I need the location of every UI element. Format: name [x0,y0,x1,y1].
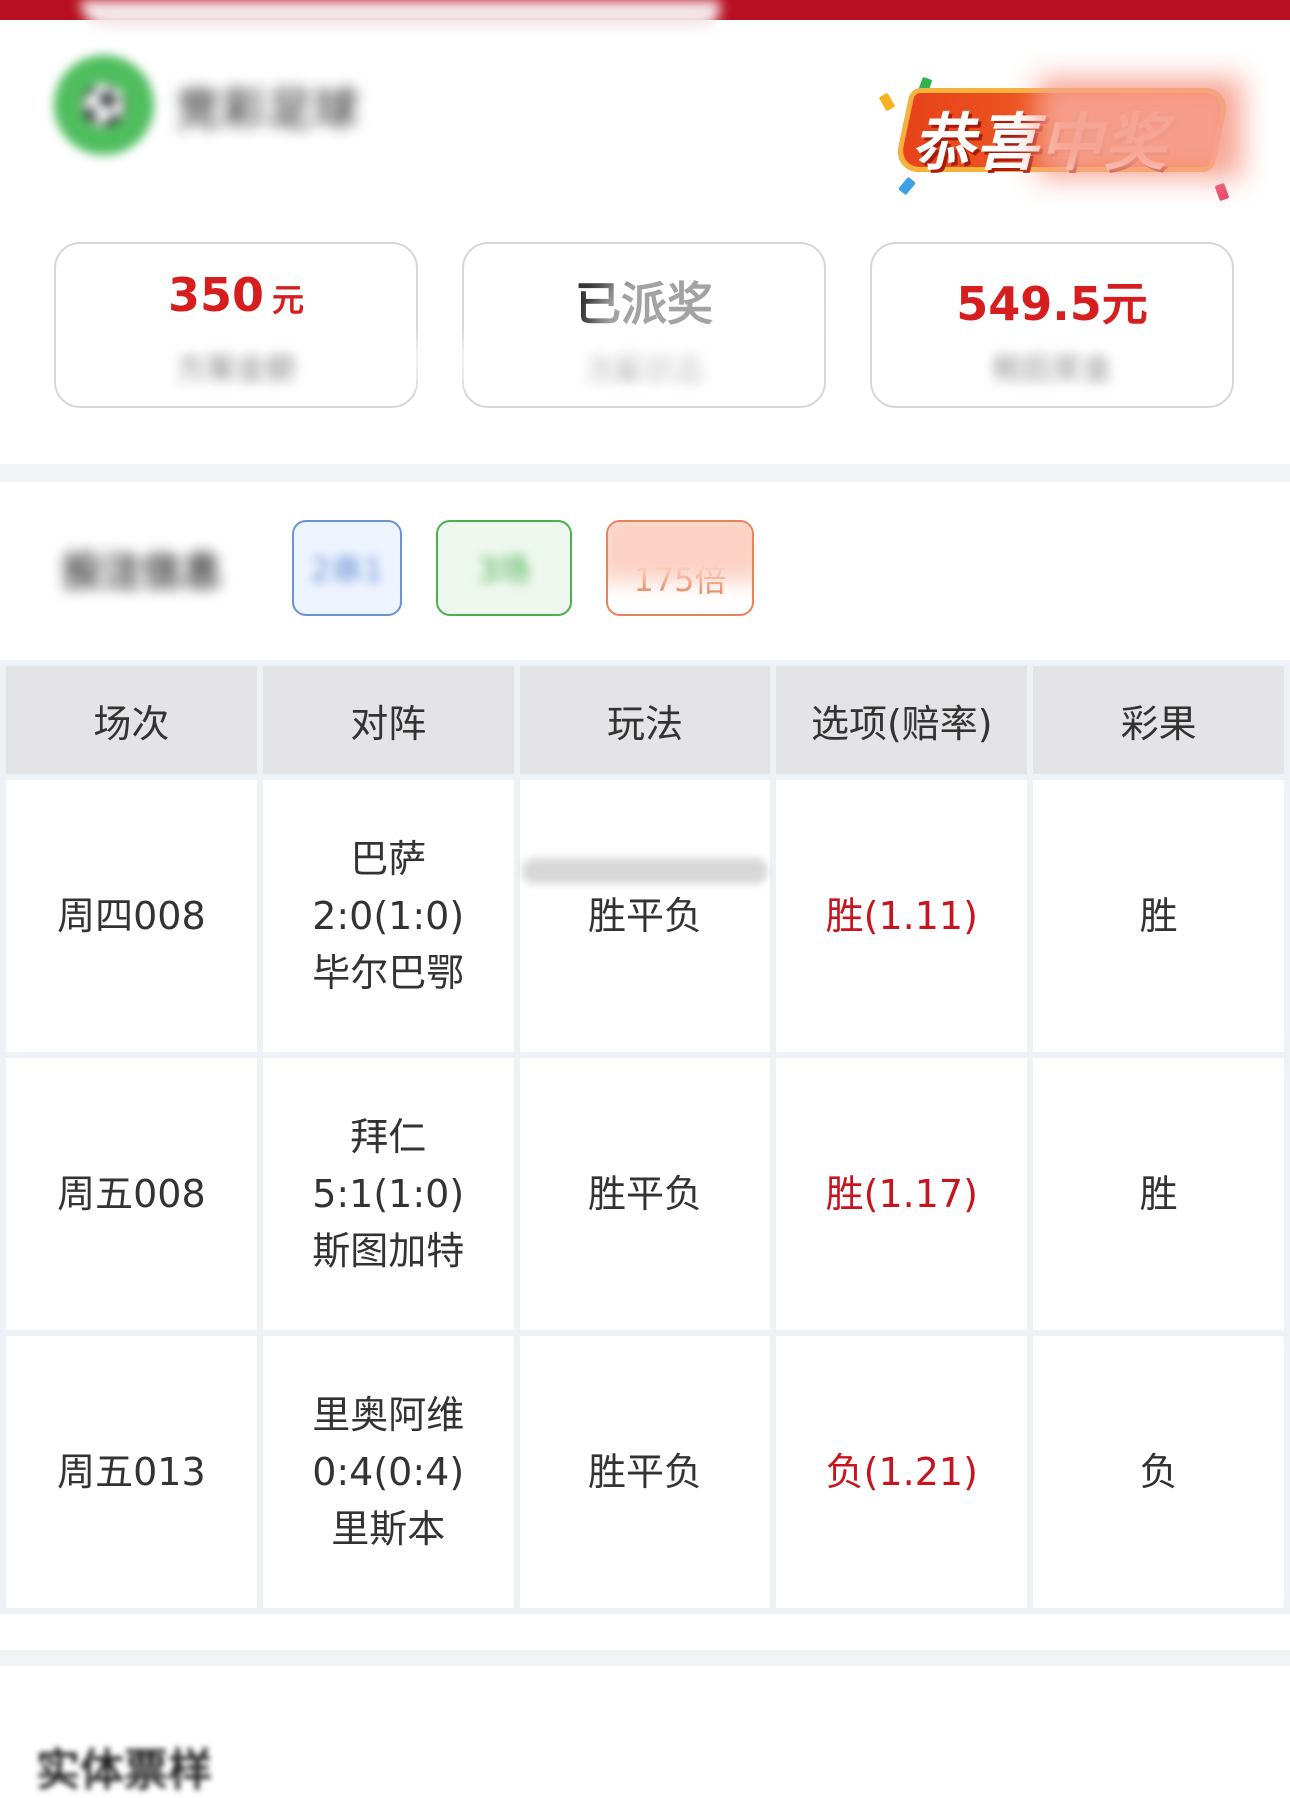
match-no: 周五008 [6,1058,257,1330]
stat-label: 方案金额 [176,352,296,387]
column-header: 彩果 [1033,666,1284,774]
redaction-smear [384,342,604,382]
score: 2:0(1:0) [312,893,465,938]
brand-header: ⚽ 竞彩足球 [54,50,360,160]
redaction-smear [80,0,720,28]
pick-odds: 胜(1.11) [776,780,1028,1052]
matchup: 拜仁 5:1(1:0) 斯图加特 [262,1058,514,1330]
redaction-smear [594,262,814,382]
tag-label: 3场 [477,551,531,589]
away-team: 斯图加特 [312,1228,465,1273]
stat-label: 税后奖金 [992,352,1112,387]
plan-title: 投注信息 [62,549,222,595]
matchup: 巴萨 2:0(1:0) 毕尔巴鄂 [262,780,514,1052]
play-type: 胜平负 [519,1336,771,1608]
stat-card-amount: 350 元 方案金额 [54,242,418,408]
confetti-icon [1214,182,1230,202]
tag-multiple: 175倍 [606,520,754,616]
score: 5:1(1:0) [312,1171,465,1216]
column-header: 选项(赔率) [776,666,1028,774]
stat-value: 549.5元 [956,277,1148,331]
match-table: 场次 对阵 玩法 选项(赔率) 彩果 周四008 巴萨 2:0(1:0) 毕尔巴… [0,660,1290,1614]
section-title: 实体票样 [36,1745,212,1796]
brand-name: 竞彩足球 [176,84,360,135]
confetti-icon [878,92,896,112]
tag-pass-type: 2串1 [292,520,402,616]
football-icon: ⚽ [54,55,154,155]
column-header: 对阵 [262,666,514,774]
stat-unit: 元 [272,281,305,319]
stats-row: 350元 方案金额 已派奖 方案状态 549.5元 税后奖金 [54,242,1236,412]
section-divider [0,464,1290,482]
stat-amount: 350 [167,268,264,322]
redaction-smear [521,857,768,884]
home-team: 里奥阿维 [312,1392,465,1437]
redaction-smear [608,522,752,582]
table-row: 周五008 拜仁 5:1(1:0) 斯图加特 胜平负 胜(1.17) 胜 [6,1058,1284,1330]
match-no: 周五013 [6,1336,257,1608]
home-team: 拜仁 [350,1114,427,1159]
stat-card-prize: 549.5元 税后奖金 [870,242,1234,408]
away-team: 毕尔巴鄂 [312,950,465,995]
result: 胜 [1033,1058,1284,1330]
result: 胜 [1033,780,1284,1052]
matchup: 里奥阿维 0:4(0:4) 里斯本 [262,1336,514,1608]
column-header: 玩法 [519,666,771,774]
play-type: 胜平负 [519,1058,771,1330]
table-row: 周五013 里奥阿维 0:4(0:4) 里斯本 胜平负 负(1.21) 负 [6,1336,1284,1608]
pick-odds: 负(1.21) [776,1336,1028,1608]
pick-odds: 胜(1.17) [776,1058,1028,1330]
home-team: 巴萨 [350,836,427,881]
tag-match-count: 3场 [436,520,572,616]
match-no: 周四008 [6,780,257,1052]
stat-value: 350 元 [56,268,416,322]
redaction-smear [1037,78,1242,178]
win-banner: 恭喜中奖 [862,64,1242,202]
score: 0:4(0:4) [312,1449,465,1494]
away-team: 里斯本 [331,1506,446,1551]
table-header-row: 场次 对阵 玩法 选项(赔率) 彩果 [6,666,1284,774]
tag-label: 2串1 [310,551,384,589]
play-type: 胜平负 [519,780,771,1052]
play-label: 胜平负 [587,893,702,938]
column-header: 场次 [6,666,257,774]
table-row: 周四008 巴萨 2:0(1:0) 毕尔巴鄂 胜平负 胜(1.11) 胜 [6,780,1284,1052]
section-divider [0,1650,1290,1666]
confetti-icon [898,176,916,196]
result: 负 [1033,1336,1284,1608]
plan-info-row: 投注信息 2串1 3场 175倍 [62,516,754,620]
